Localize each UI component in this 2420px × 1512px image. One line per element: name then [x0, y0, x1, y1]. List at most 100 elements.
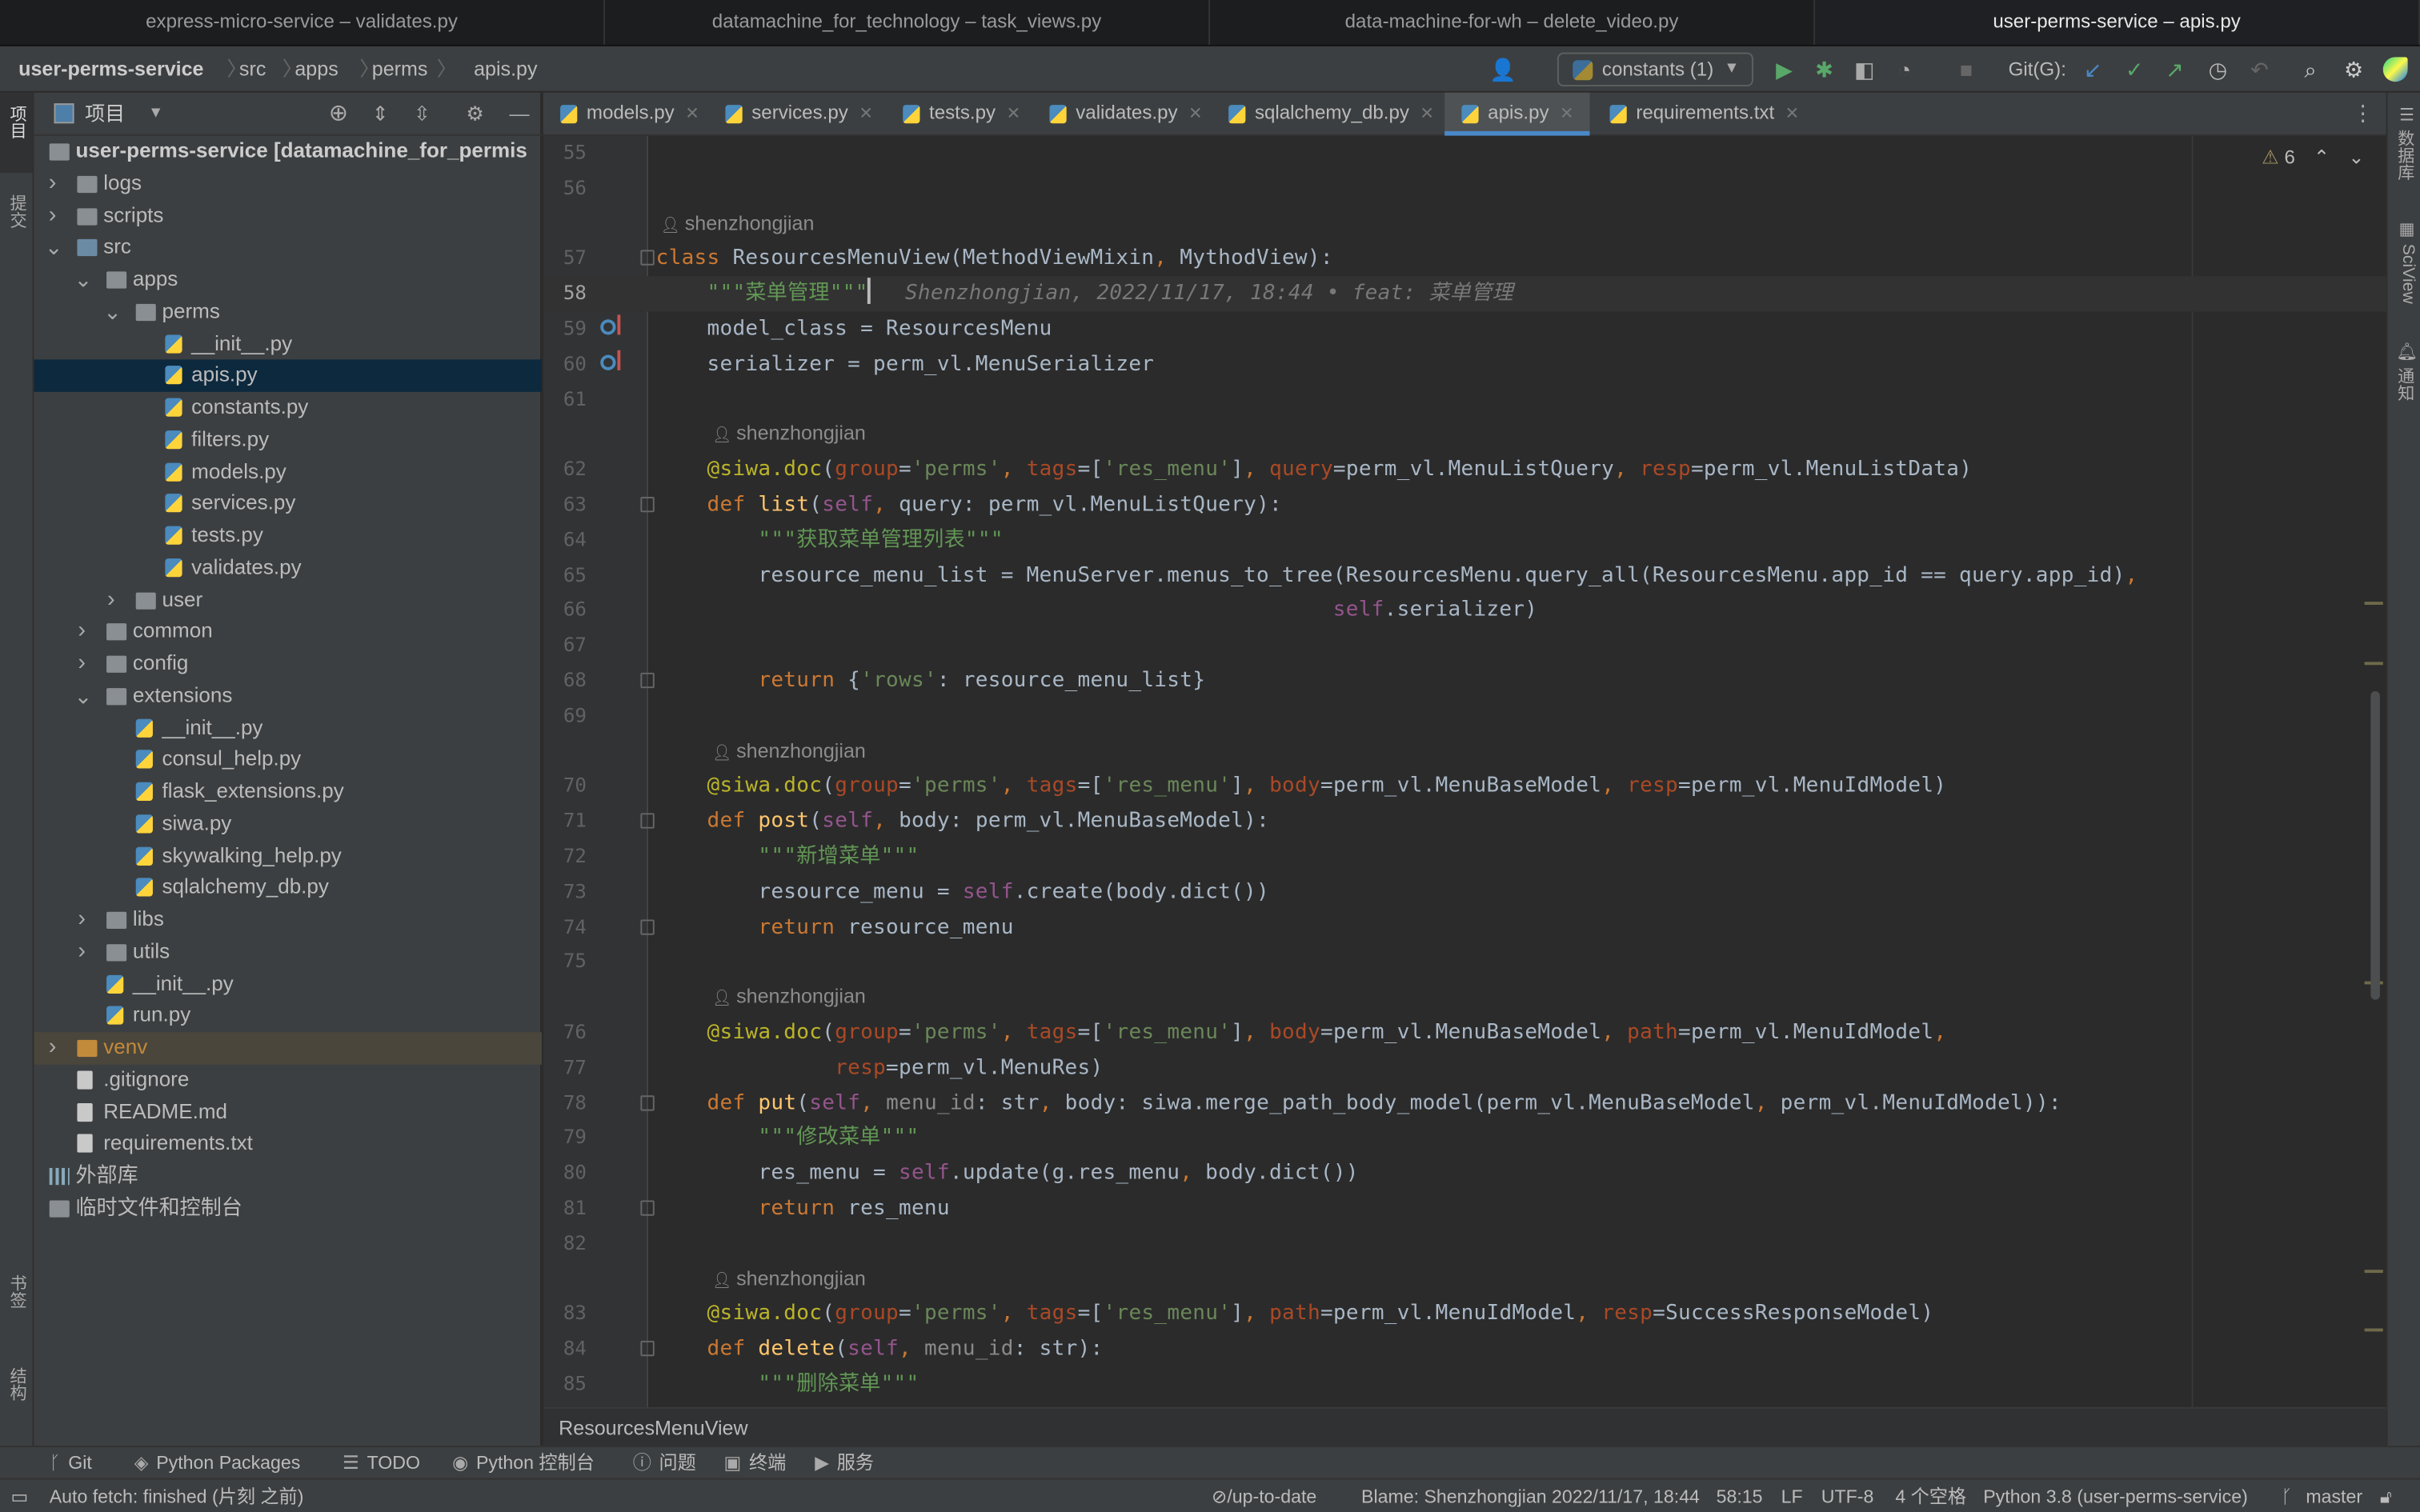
tree-item-siwa-py[interactable]: siwa.py — [34, 808, 542, 840]
code-line[interactable]: 69 — [543, 698, 2386, 734]
tree-item-constants-py[interactable]: constants.py — [34, 392, 542, 424]
code-lens-author[interactable]: 👤︎ shenzhongjian — [543, 206, 2386, 242]
tree-item-user[interactable]: › user — [34, 584, 542, 616]
code-lens-author[interactable]: 👤︎ shenzhongjian — [543, 417, 2386, 452]
tool-commit[interactable]: 提交 — [5, 194, 30, 228]
tree-item-src[interactable]: ⌄ src — [34, 232, 542, 264]
indent-setting[interactable]: 4 个空格 — [1895, 1480, 1966, 1512]
code-line[interactable]: 77 resp=perm_vl.MenuRes) — [543, 1050, 2386, 1086]
code-line[interactable]: 60 serializer = perm_vl.MenuSerializer — [543, 347, 2386, 382]
code-line[interactable]: 58 """菜单管理""" Shenzhongjian, 2022/11/17, … — [543, 276, 2386, 312]
editor-tab-services-py[interactable]: services.py ✕ — [708, 93, 883, 136]
tool-database[interactable]: 数据库 — [2392, 130, 2417, 181]
fold-icon[interactable] — [640, 918, 655, 934]
breadcrumb-item[interactable]: perms — [372, 46, 428, 93]
code-line[interactable]: 72 """新增菜单""" — [543, 839, 2386, 874]
close-icon[interactable]: ✕ — [1785, 105, 1800, 123]
fold-icon[interactable] — [640, 250, 655, 266]
code-line[interactable]: 82 — [543, 1226, 2386, 1262]
tool-window-5[interactable]: ▣ 终端 — [724, 1447, 787, 1480]
chevron-up-icon[interactable]: ⌃ — [2314, 146, 2330, 168]
tree-item-utils[interactable]: › utils — [34, 936, 542, 968]
fold-icon[interactable] — [640, 672, 655, 689]
code-line[interactable]: 75 — [543, 945, 2386, 980]
override-icon[interactable] — [600, 350, 620, 370]
tree-item-requirements-txt[interactable]: requirements.txt — [34, 1128, 542, 1160]
chevron-right-icon[interactable]: › — [45, 200, 60, 232]
run-icon[interactable]: ▶ — [1772, 57, 1797, 82]
code-line[interactable]: 65 resource_menu_list = MenuServer.menus… — [543, 558, 2386, 593]
tool-structure[interactable]: 结构 — [5, 1367, 30, 1401]
run-config-select[interactable]: constants (1) ▼ — [1557, 52, 1753, 87]
tree-item-extensions[interactable]: ⌄ extensions — [34, 680, 542, 712]
code-line[interactable]: 61 — [543, 382, 2386, 418]
debug-icon[interactable]: ✱ — [1812, 57, 1837, 82]
tool-notifications[interactable]: 通知 — [2392, 367, 2417, 401]
code-line[interactable]: 83 @siwa.doc(group='perms', tags=['res_m… — [543, 1297, 2386, 1332]
breadcrumb-item[interactable]: apis.py — [449, 46, 537, 93]
panel-toggle-icon[interactable]: ▭ — [11, 1480, 29, 1512]
code-line[interactable]: 84 def delete(self, menu_id: str): — [543, 1332, 2386, 1367]
code-lens-author[interactable]: 👤︎ shenzhongjian — [543, 980, 2386, 1015]
window-tab[interactable]: express-micro-service – validates.py — [0, 0, 606, 45]
git-push-icon[interactable]: ↗ — [2162, 57, 2187, 82]
editor-tab-validates-py[interactable]: validates.py ✕ — [1032, 93, 1208, 136]
code-line[interactable]: 70 @siwa.doc(group='perms', tags=['res_m… — [543, 769, 2386, 804]
code-line[interactable]: 57 class ResourcesMenuView(MethodViewMixi… — [543, 242, 2386, 277]
gear-icon[interactable]: ⚙ — [466, 93, 483, 136]
tree-item-tests-py[interactable]: tests.py — [34, 520, 542, 552]
fold-icon[interactable] — [640, 1341, 655, 1357]
fold-icon[interactable] — [640, 497, 655, 513]
chevron-down-icon[interactable]: ⌄ — [74, 680, 93, 712]
editor-breadcrumb[interactable]: ResourcesMenuView — [543, 1406, 2386, 1446]
window-tab[interactable]: user-perms-service – apis.py — [1815, 0, 2420, 45]
tree-item-run-py[interactable]: run.py — [34, 1000, 542, 1032]
tree-item-user-perms-service-datamachine-for-permis[interactable]: user-perms-service [datamachine_for_perm… — [34, 136, 542, 168]
tree-item-filters-py[interactable]: filters.py — [34, 424, 542, 456]
more-tabs-icon[interactable]: ⋮ — [2352, 100, 2374, 126]
vcs-status[interactable]: ⊘/up-to-date — [1212, 1480, 1316, 1512]
window-tab[interactable]: datamachine_for_technology – task_views.… — [605, 0, 1211, 45]
tree-item-config[interactable]: › config — [34, 648, 542, 680]
fold-icon[interactable] — [640, 1200, 655, 1216]
code-line[interactable]: 55 — [543, 136, 2386, 171]
tool-window-1[interactable]: ◈ Python Packages — [134, 1447, 301, 1480]
code-line[interactable]: 85 """删除菜单""" — [543, 1367, 2386, 1402]
chevron-right-icon[interactable]: › — [74, 648, 90, 680]
tree-item-skywalking-help-py[interactable]: skywalking_help.py — [34, 840, 542, 872]
breadcrumb-item[interactable]: src — [239, 46, 266, 93]
close-icon[interactable]: ✕ — [685, 105, 699, 123]
code-line[interactable]: 62 @siwa.doc(group='perms', tags=['res_m… — [543, 452, 2386, 487]
code-lens-author[interactable]: 👤︎ shenzhongjian — [543, 1262, 2386, 1297]
search-icon[interactable]: ⌕ — [2298, 57, 2323, 82]
chevron-down-icon[interactable]: ▼ — [148, 93, 163, 136]
tool-window-6[interactable]: ▶ 服务 — [815, 1447, 874, 1480]
fold-icon[interactable] — [640, 813, 655, 830]
vertical-scrollbar[interactable] — [2370, 691, 2380, 1000]
breadcrumb-item[interactable]: user-perms-service — [18, 46, 203, 93]
tree-item-sqlalchemy-db-py[interactable]: sqlalchemy_db.py — [34, 872, 542, 904]
tree-item--gitignore[interactable]: .gitignore — [34, 1064, 542, 1096]
locate-icon[interactable]: ⊕ — [329, 93, 348, 136]
editor-tab-apis-py[interactable]: apis.py ✕ — [1444, 92, 1590, 136]
code-line[interactable]: 78 def put(self, menu_id: str, body: siw… — [543, 1086, 2386, 1121]
tree-item-perms[interactable]: ⌄ perms — [34, 296, 542, 328]
override-icon[interactable] — [600, 314, 620, 335]
close-icon[interactable]: ✕ — [1188, 105, 1203, 123]
fold-icon[interactable] — [640, 1094, 655, 1110]
collapse-all-icon[interactable]: ⇳ — [414, 93, 431, 136]
code-line[interactable]: 80 res_menu = self.update(g.res_menu, bo… — [543, 1156, 2386, 1191]
tool-bookmarks[interactable]: 书签 — [5, 1274, 30, 1308]
tree-item-validates-py[interactable]: validates.py — [34, 552, 542, 584]
close-icon[interactable]: ✕ — [1560, 105, 1574, 123]
rollback-icon[interactable]: ↶ — [2247, 57, 2272, 82]
code-line[interactable]: 68 return {'rows': resource_menu_list} — [543, 663, 2386, 698]
editor-tab-requirements-txt[interactable]: requirements.txt ✕ — [1593, 93, 1799, 136]
tree-item-scripts[interactable]: › scripts — [34, 200, 542, 232]
window-tab[interactable]: data-machine-for-wh – delete_video.py — [1210, 0, 1816, 45]
tree-item-临时文件和控制台[interactable]: 临时文件和控制台 — [34, 1192, 542, 1224]
tree-item--init-py[interactable]: __init__.py — [34, 968, 542, 1000]
tree-item-apis-py[interactable]: apis.py — [34, 359, 542, 392]
expand-all-icon[interactable]: ⇕ — [372, 93, 389, 136]
tool-window-3[interactable]: ◉ Python 控制台 — [452, 1447, 595, 1480]
